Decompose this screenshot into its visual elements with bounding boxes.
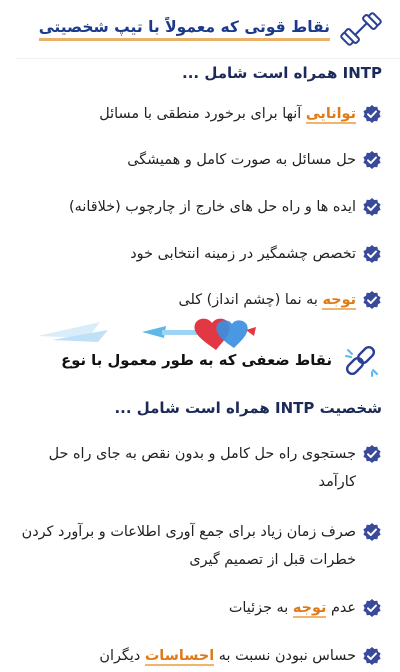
check-badge-icon: [363, 198, 381, 216]
dumbbell-icon: [340, 12, 382, 46]
check-badge-icon: [363, 445, 381, 463]
list-item: توجه به نما (چشم انداز) کلی: [10, 286, 382, 314]
highlight-text: توجه: [292, 600, 327, 618]
item-text: حل مسائل به صورت کامل و همیشگی: [127, 152, 356, 168]
list-item: توانایی آنها برای برخورد منطقی با مسائل: [10, 100, 382, 128]
list-item: حل مسائل به صورت کامل و همیشگی: [10, 146, 382, 174]
weaknesses-intro: شخصیت INTP همراه است شامل ...: [114, 399, 382, 417]
item-text: جستجوی راه حل کامل و بدون نقص به جای راه…: [48, 446, 356, 490]
list-item: حساس نبودن نسبت به احساسات دیگران: [10, 642, 382, 670]
weaknesses-header: نقاط ضعفی که به طور معمول با نوع: [22, 336, 382, 384]
strengths-title: نقاط قوتی که معمولاً با تیپ شخصیتی: [38, 18, 330, 41]
highlight-text: توجه: [322, 292, 356, 310]
check-badge-icon: [363, 105, 381, 123]
item-text: تخصص چشمگیر در زمینه انتخابی خود: [130, 246, 356, 262]
item-text: حساس نبودن نسبت به: [214, 648, 356, 664]
strengths-intro: INTP همراه است شامل ...: [182, 64, 382, 82]
item-text: ایده ها و راه حل های خارج از چارچوب (خلا…: [69, 199, 356, 215]
list-item: ایده ها و راه حل های خارج از چارچوب (خلا…: [10, 193, 382, 221]
highlight-text: توانایی: [305, 106, 356, 124]
strengths-header: نقاط قوتی که معمولاً با تیپ شخصیتی: [12, 0, 382, 58]
list-item: عدم توجه به جزئیات: [10, 594, 382, 622]
check-badge-icon: [363, 523, 381, 541]
item-text: صرف زمان زیاد برای جمع آوری اطلاعات و بر…: [21, 524, 356, 568]
list-item: تخصص چشمگیر در زمینه انتخابی خود: [10, 240, 382, 268]
item-text: عدم: [326, 600, 356, 616]
item-text: به نما (چشم انداز) کلی: [178, 292, 323, 308]
weaknesses-title: نقاط ضعفی که به طور معمول با نوع: [61, 351, 332, 369]
page: نقاط قوتی که معمولاً با تیپ شخصیتی INTP …: [0, 0, 400, 672]
list-item: جستجوی راه حل کامل و بدون نقص به جای راه…: [10, 440, 382, 496]
list-item: صرف زمان زیاد برای جمع آوری اطلاعات و بر…: [10, 518, 382, 574]
item-text: به جزئیات: [228, 600, 293, 616]
highlight-text: احساسات: [144, 648, 215, 666]
item-text: آنها برای برخورد منطقی با مسائل: [99, 106, 306, 122]
check-badge-icon: [363, 245, 381, 263]
item-text: دیگران: [99, 648, 145, 664]
check-badge-icon: [363, 151, 381, 169]
check-badge-icon: [363, 599, 381, 617]
check-badge-icon: [363, 647, 381, 665]
broken-chain-icon: [345, 345, 378, 377]
check-badge-icon: [363, 291, 381, 309]
header-divider-line: [16, 58, 400, 59]
